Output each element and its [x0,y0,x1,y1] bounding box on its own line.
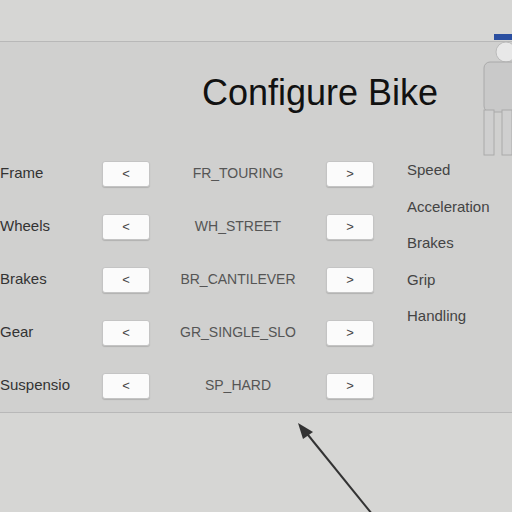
option-row: Gear<GR_SINGLE_SLO> [0,306,374,359]
panel-title: Configure Bike [0,42,512,113]
prev-button[interactable]: < [102,214,150,240]
next-button[interactable]: > [326,214,374,240]
prev-button[interactable]: < [102,373,150,399]
next-button[interactable]: > [326,373,374,399]
option-label: Frame [0,162,102,185]
options-list: Frame<FR_TOURING>Wheels<WH_STREET>Brakes… [0,147,374,412]
stat-label: Acceleration [407,189,490,226]
stat-label: Handling [407,298,490,335]
game-screen: Configure BikeFrame<FR_TOURING>Wheels<WH… [0,0,512,512]
option-label: Suspensio [0,374,102,397]
option-row: Suspensio<SP_HARD> [0,359,374,412]
option-label: Wheels [0,215,102,238]
option-value: BR_CANTILEVER [150,269,326,290]
prev-button[interactable]: < [102,320,150,346]
option-row: Wheels<WH_STREET> [0,200,374,253]
option-value: SP_HARD [150,375,326,396]
next-button[interactable]: > [326,267,374,293]
option-label: Brakes [0,268,102,291]
stat-label: Grip [407,262,490,299]
option-row: Brakes<BR_CANTILEVER> [0,253,374,306]
rider-figure-icon [470,32,512,162]
option-value: WH_STREET [150,216,326,237]
option-label: Gear [0,321,102,344]
stat-label: Speed [407,152,490,189]
configure-panel: Configure BikeFrame<FR_TOURING>Wheels<WH… [0,41,512,413]
next-button[interactable]: > [326,320,374,346]
prev-button[interactable]: < [102,267,150,293]
next-button[interactable]: > [326,161,374,187]
stat-label: Brakes [407,225,490,262]
prev-button[interactable]: < [102,161,150,187]
pointer-arrow-icon [0,0,512,512]
option-row: Frame<FR_TOURING> [0,147,374,200]
option-value: FR_TOURING [150,163,326,184]
stats-list: SpeedAccelerationBrakesGripHandling [407,147,490,412]
option-value: GR_SINGLE_SLO [150,322,326,343]
